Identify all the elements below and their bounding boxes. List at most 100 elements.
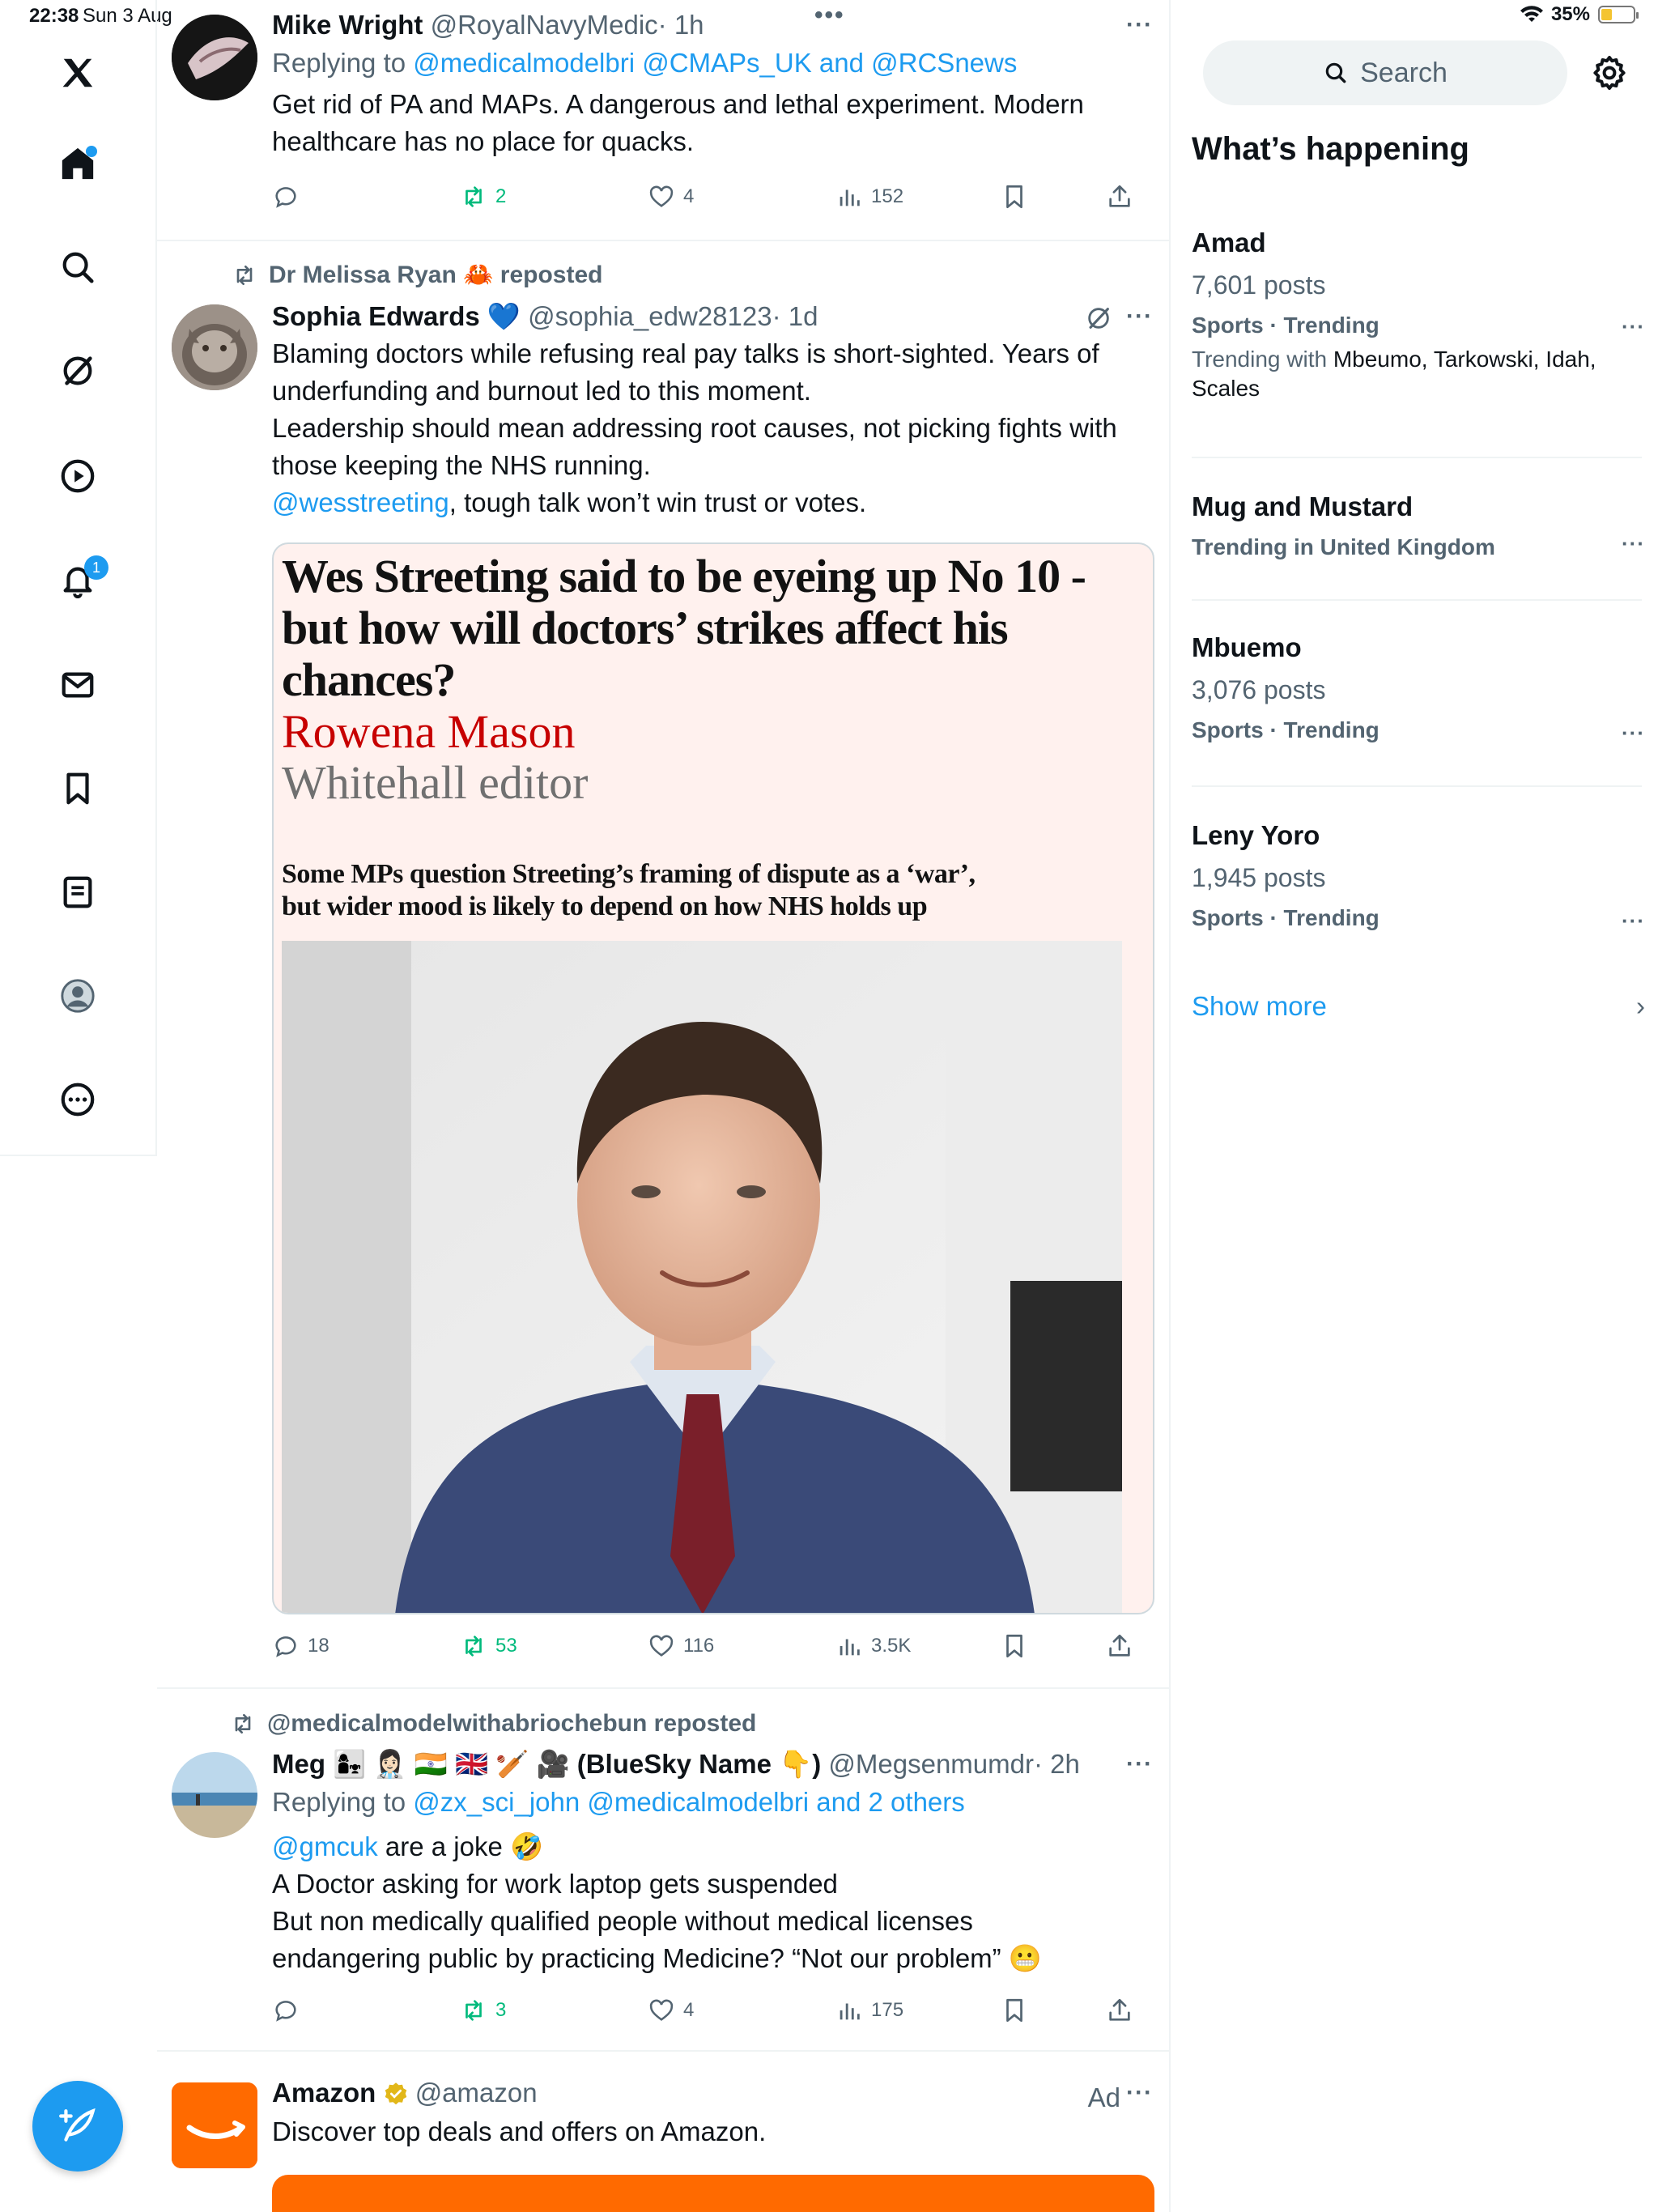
reposted-by[interactable]: @medicalmodelwithabriochebun reposted xyxy=(230,1710,756,1738)
bookmarks-icon[interactable] xyxy=(53,764,102,813)
trend-item[interactable]: Mug and Mustard Trending in United Kingd… xyxy=(1192,489,1645,564)
trend-item[interactable]: Amad 7,601 posts Sports · Trending Trend… xyxy=(1192,225,1645,403)
repost-count: 3 xyxy=(495,1999,507,2021)
tweet-meg[interactable]: @medicalmodelwithabriochebun reposted Me… xyxy=(157,1689,1169,2052)
more-options-icon[interactable]: ··· xyxy=(1126,2079,1153,2107)
tweet-amazon-ad[interactable]: Amazon @amazon Discover top deals and of… xyxy=(157,2052,1169,2212)
tweet-text-line: But non medically qualified people witho… xyxy=(272,1906,973,1936)
standfirst-line: but wider mood is likely to depend on ho… xyxy=(282,891,928,921)
tweet-text-fragment: are a joke 🤣 xyxy=(377,1831,544,1861)
replying-to-link[interactable]: @zx_sci_john @medicalmodelbri and 2 othe… xyxy=(413,1787,965,1817)
video-icon[interactable] xyxy=(53,452,102,500)
compose-post-button[interactable] xyxy=(32,2081,123,2172)
avatar[interactable] xyxy=(172,304,257,390)
share-button[interactable] xyxy=(1106,1632,1133,1660)
view-count: 152 xyxy=(871,185,904,207)
author-handle[interactable]: @amazon xyxy=(415,2078,538,2108)
more-options-icon[interactable]: ··· xyxy=(1622,721,1645,746)
search-icon[interactable] xyxy=(53,243,102,291)
more-options-icon[interactable]: ··· xyxy=(1622,314,1645,339)
home-icon[interactable] xyxy=(53,139,102,188)
grok-icon[interactable] xyxy=(1085,304,1112,336)
views-button[interactable]: 175 xyxy=(835,1997,903,2024)
trend-context: Trending in United Kingdom xyxy=(1192,534,1495,559)
reply-button[interactable] xyxy=(272,1997,308,2024)
grok-icon[interactable] xyxy=(53,347,102,395)
author-name[interactable]: Mike Wright xyxy=(272,10,423,40)
tweet-text-line: underfunding and burnout led to this mom… xyxy=(272,376,811,406)
more-options-icon[interactable]: ··· xyxy=(1622,908,1645,934)
view-count: 175 xyxy=(871,1999,904,2021)
bookmark-button[interactable] xyxy=(1001,1632,1028,1660)
avatar[interactable] xyxy=(172,15,257,100)
views-button[interactable]: 152 xyxy=(835,183,903,211)
bookmark-button[interactable] xyxy=(1001,183,1028,211)
settings-gear-icon[interactable] xyxy=(1590,53,1629,92)
post-time: · 1d xyxy=(772,301,818,331)
amazon-logo-avatar[interactable] xyxy=(172,2082,257,2168)
author-handle[interactable]: @sophia_edw28123 xyxy=(528,301,772,331)
tweet-text-line: endangering public by practicing Medicin… xyxy=(272,1943,1042,1973)
author-name[interactable]: Amazon xyxy=(272,2078,376,2108)
tweet-text: Get rid of PA and MAPs. A dangerous and … xyxy=(272,86,1154,160)
show-more-link[interactable]: Show more › xyxy=(1192,991,1645,1022)
notifications-bell-icon[interactable]: 1 xyxy=(53,555,108,604)
tweet-actions: 3 4 175 xyxy=(272,1997,1169,2032)
timeline: Mike Wright @RoyalNavyMedic· 1h Replying… xyxy=(157,0,1171,2212)
replying-to: Replying to @zx_sci_john @medicalmodelbr… xyxy=(272,1784,1154,1820)
trend-posts: 7,601 posts xyxy=(1192,270,1326,300)
repost-button[interactable]: 2 xyxy=(460,183,506,211)
replying-to-link[interactable]: @medicalmodelbri @CMAPs_UK and @RCSnews xyxy=(413,48,1017,78)
x-logo-icon[interactable] xyxy=(53,49,102,97)
tweet-text-line: Leadership should mean addressing root c… xyxy=(272,413,1117,443)
chevron-right-icon: › xyxy=(1636,991,1645,1021)
more-options-icon[interactable]: ··· xyxy=(1126,11,1153,39)
avatar[interactable] xyxy=(172,1752,257,1838)
messages-mail-icon[interactable] xyxy=(53,661,102,709)
more-options-icon[interactable]: ··· xyxy=(1126,303,1153,330)
repost-icon xyxy=(466,1636,482,1657)
reposted-by[interactable]: Dr Melissa Ryan 🦀 reposted xyxy=(232,261,603,289)
bookmark-button[interactable] xyxy=(1001,1997,1028,2024)
profile-avatar-icon[interactable] xyxy=(53,972,102,1020)
mention-link[interactable]: @wesstreeting xyxy=(272,487,449,517)
tweet-text-line: @wesstreeting, tough talk won’t win trus… xyxy=(272,484,1154,521)
like-button[interactable]: 4 xyxy=(648,183,694,211)
like-button[interactable]: 4 xyxy=(648,1997,694,2024)
share-button[interactable] xyxy=(1106,183,1133,211)
lists-icon[interactable] xyxy=(53,868,102,917)
like-button[interactable]: 116 xyxy=(648,1632,714,1660)
repost-button[interactable]: 3 xyxy=(460,1997,506,2024)
article-photo xyxy=(282,941,1122,1613)
ad-media[interactable] xyxy=(272,2175,1154,2212)
article-card[interactable]: Wes Streeting said to be eyeing up No 10… xyxy=(272,542,1154,1614)
repost-button[interactable]: 53 xyxy=(460,1632,517,1660)
search-input[interactable]: Search xyxy=(1203,40,1567,105)
heart-icon xyxy=(649,1999,674,2021)
author-handle[interactable]: @Megsenmumdr xyxy=(828,1749,1034,1779)
author-name[interactable]: Sophia Edwards 💙 xyxy=(272,301,521,331)
trend-context: Sports · Trending xyxy=(1192,313,1380,338)
trend-item[interactable]: Leny Yoro 1,945 posts Sports · Trending … xyxy=(1192,818,1645,934)
more-options-icon[interactable]: ··· xyxy=(1622,531,1645,556)
reply-button[interactable] xyxy=(272,183,308,211)
mention-link[interactable]: @gmcuk xyxy=(272,1831,378,1861)
author-handle[interactable]: @RoyalNavyMedic xyxy=(431,10,658,40)
share-icon xyxy=(1109,1998,1130,2021)
trend-with-label: Trending with xyxy=(1192,347,1328,372)
tweet-header: Mike Wright @RoyalNavyMedic· 1h xyxy=(272,8,1154,42)
share-button[interactable] xyxy=(1106,1997,1133,2024)
divider xyxy=(1192,785,1642,787)
reply-button[interactable]: 18 xyxy=(272,1632,329,1660)
post-time: · 1h xyxy=(657,10,704,40)
tweet-sophia-edwards[interactable]: Dr Melissa Ryan 🦀 reposted Sophia Edward… xyxy=(157,241,1169,1689)
author-name[interactable]: Meg 👩‍👧 👩🏻‍⚕️ 🇮🇳 🇬🇧 🏏 🎥 (BlueSky Name 👇) xyxy=(272,1749,821,1779)
verified-gold-badge-icon xyxy=(385,2082,406,2105)
more-options-icon[interactable] xyxy=(53,1075,102,1124)
tweet-mike-wright[interactable]: Mike Wright @RoyalNavyMedic· 1h Replying… xyxy=(157,0,1169,241)
trend-name: Leny Yoro xyxy=(1192,820,1320,850)
repost-icon xyxy=(466,186,482,207)
views-button[interactable]: 3.5K xyxy=(835,1632,911,1660)
trend-item[interactable]: Mbuemo 3,076 posts Sports · Trending ··· xyxy=(1192,630,1645,747)
more-options-icon[interactable]: ··· xyxy=(1126,1750,1153,1778)
